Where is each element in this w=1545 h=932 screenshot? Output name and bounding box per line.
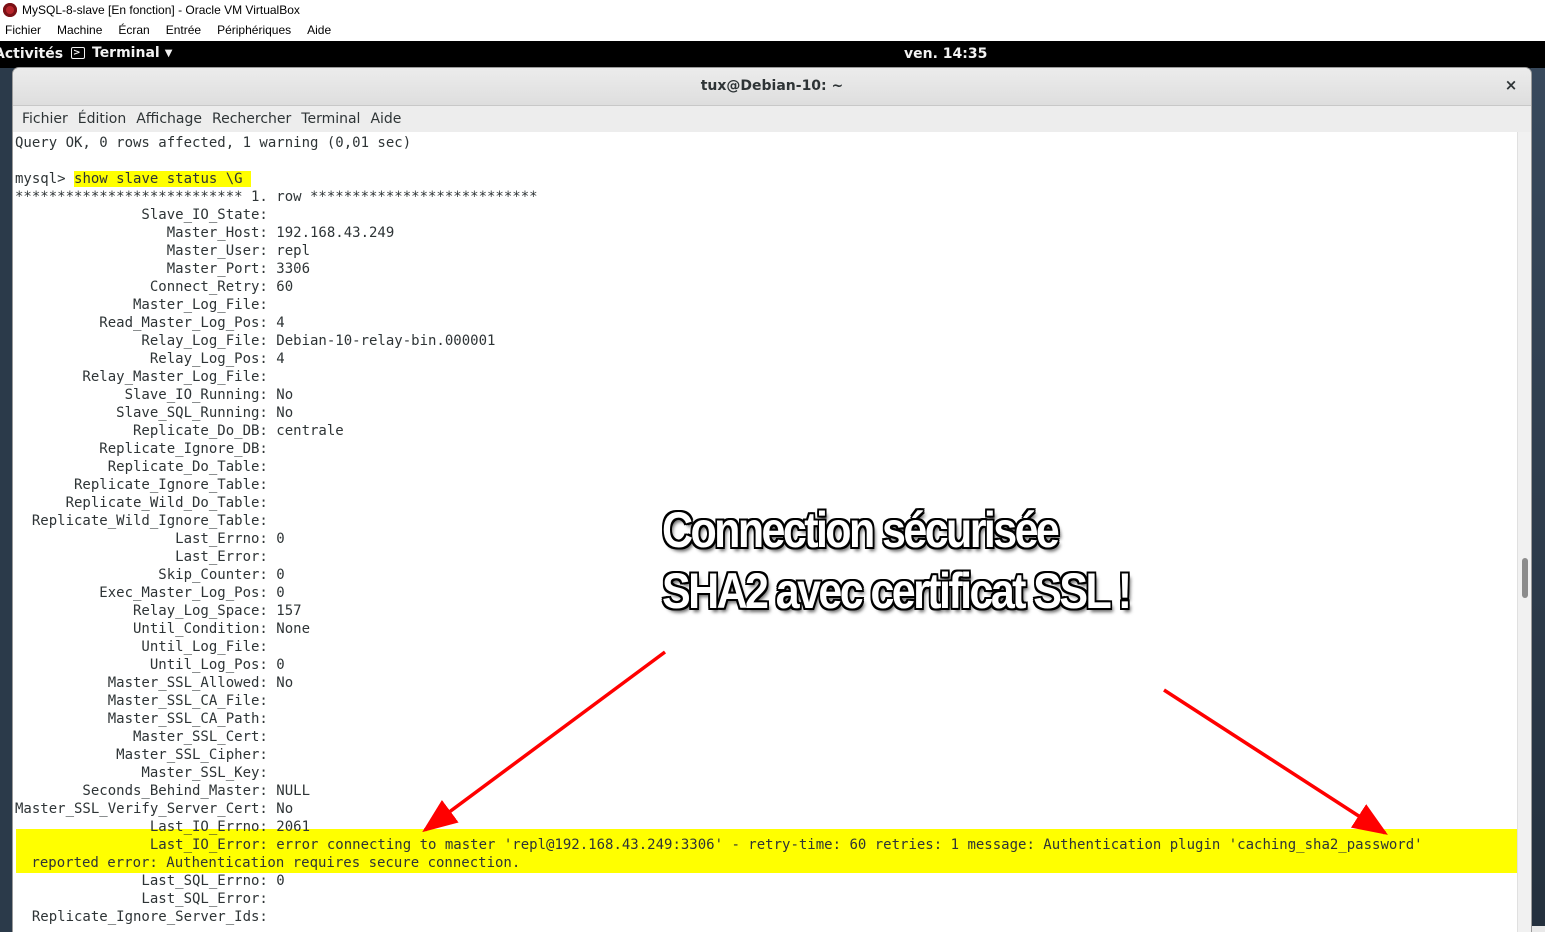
term-menu-terminal[interactable]: Terminal [301, 111, 360, 127]
caret-down-icon: ▼ [164, 47, 173, 59]
terminal-line: Master_Port: 3306 [15, 261, 311, 277]
term-menu-rechercher[interactable]: Rechercher [212, 111, 291, 127]
terminal-title: tux@Debian-10: ~ [700, 78, 844, 94]
vbox-menu-bar: Fichier Machine Écran Entrée Périphériqu… [0, 19, 1545, 42]
terminal-line: Master_Host: 192.168.43.249 [15, 225, 395, 241]
virtualbox-logo-icon [3, 2, 17, 17]
terminal-line: Master_SSL_Key: [15, 765, 277, 781]
terminal-line: Last_SQL_Errno: 0 [15, 873, 285, 889]
terminal-line: Last_Error: [15, 549, 277, 565]
term-menu-fichier[interactable]: Fichier [22, 111, 68, 127]
terminal-line: Last_IO_Errno: 2061 [15, 819, 311, 835]
terminal-line: Query OK, 0 rows affected, 1 warning (0,… [15, 135, 412, 151]
terminal-line: Master_SSL_Allowed: No [15, 675, 294, 691]
terminal-line: Master_SSL_CA_File: [15, 693, 277, 709]
prompt-line: mysql> show slave status \G [15, 170, 252, 188]
annotation-callout: Connection sécurisée SHA2 avec certifica… [662, 500, 1132, 622]
app-menu-button[interactable]: > Terminal ▼ [71, 45, 172, 61]
terminal-line: Relay_Log_Pos: 4 [15, 351, 285, 367]
close-icon[interactable]: × [1502, 76, 1520, 94]
vbox-menu-machine[interactable]: Machine [57, 23, 102, 37]
terminal-line: Relay_Log_Space: 157 [15, 603, 302, 619]
annotation-line-2: SHA2 avec certificat SSL ! [662, 563, 1132, 619]
terminal-line: Until_Log_File: [15, 639, 277, 655]
terminal-line: Replicate_Ignore_Server_Ids: [15, 909, 277, 925]
terminal-line: Read_Master_Log_Pos: 4 [15, 315, 285, 331]
vbox-menu-aide[interactable]: Aide [307, 23, 331, 37]
terminal-line: Until_Log_Pos: 0 [15, 657, 285, 673]
gnome-top-bar: Activités > Terminal ▼ ven. 14:35 [0, 41, 1545, 68]
vbox-menu-fichier[interactable]: Fichier [5, 23, 41, 37]
terminal-line: Master_SSL_CA_Path: [15, 711, 277, 727]
app-menu-label: Terminal [92, 45, 160, 61]
terminal-line: Replicate_Ignore_Table: [15, 477, 277, 493]
error-line-continued: reported error: Authentication requires … [23, 855, 521, 871]
annotation-line-1: Connection sécurisée [662, 502, 1060, 558]
terminal-line: Relay_Log_File: Debian-10-relay-bin.0000… [15, 333, 496, 349]
terminal-line: Master_SSL_Cert: [15, 729, 277, 745]
terminal-line: Exec_Master_Log_Pos: 0 [15, 585, 285, 601]
terminal-scrollbar[interactable] [1517, 132, 1531, 932]
terminal-line: Master_Log_File: [15, 297, 277, 313]
error-line: Last_IO_Error: error connecting to maste… [15, 837, 1423, 853]
terminal-line: *************************** 1. row *****… [15, 189, 538, 205]
terminal-line: Replicate_Wild_Ignore_Table: [15, 513, 277, 529]
vbox-menu-entree[interactable]: Entrée [166, 23, 201, 37]
highlighted-command: show slave status \G [74, 171, 252, 187]
vbox-title-bar: MySQL-8-slave [En fonction] - Oracle VM … [0, 0, 1545, 19]
term-menu-edition[interactable]: Édition [78, 111, 126, 127]
vbox-menu-ecran[interactable]: Écran [118, 23, 149, 37]
terminal-line: Replicate_Wild_Do_Table: [15, 495, 277, 511]
terminal-line: Slave_IO_State: [15, 207, 277, 223]
terminal-line: Slave_SQL_Running: No [15, 405, 294, 421]
term-menu-aide[interactable]: Aide [370, 111, 401, 127]
vbox-menu-peripheriques[interactable]: Périphériques [217, 23, 291, 37]
scrollbar-thumb[interactable] [1522, 558, 1528, 598]
terminal-line: Until_Condition: None [15, 621, 311, 637]
terminal-menu-bar: Fichier Édition Affichage Rechercher Ter… [13, 106, 1531, 133]
terminal-header-bar: tux@Debian-10: ~ × [13, 68, 1531, 106]
terminal-line: Master_SSL_Verify_Server_Cert: No [15, 801, 294, 817]
terminal-line: Seconds_Behind_Master: NULL [15, 783, 311, 799]
desktop-background [1531, 68, 1545, 932]
terminal-line: Connect_Retry: 60 [15, 279, 294, 295]
terminal-line: Last_SQL_Error: [15, 891, 277, 907]
terminal-line: Master_User: repl [15, 243, 311, 259]
terminal-line: Last_Errno: 0 [15, 531, 285, 547]
mysql-prompt: mysql> [15, 171, 75, 187]
activities-button[interactable]: Activités [0, 46, 63, 62]
term-menu-affichage[interactable]: Affichage [136, 111, 202, 127]
terminal-line: Replicate_Do_DB: centrale [15, 423, 344, 439]
terminal-line: Master_SSL_Cipher: [15, 747, 277, 763]
clock[interactable]: ven. 14:35 [904, 46, 987, 62]
terminal-line: Relay_Master_Log_File: [15, 369, 277, 385]
terminal-icon: > [71, 47, 85, 59]
terminal-line: Replicate_Do_Table: [15, 459, 277, 475]
vbox-window-title: MySQL-8-slave [En fonction] - Oracle VM … [22, 2, 300, 17]
terminal-line: Skip_Counter: 0 [15, 567, 285, 583]
terminal-line: Replicate_Ignore_DB: [15, 441, 277, 457]
terminal-line: Slave_IO_Running: No [15, 387, 294, 403]
